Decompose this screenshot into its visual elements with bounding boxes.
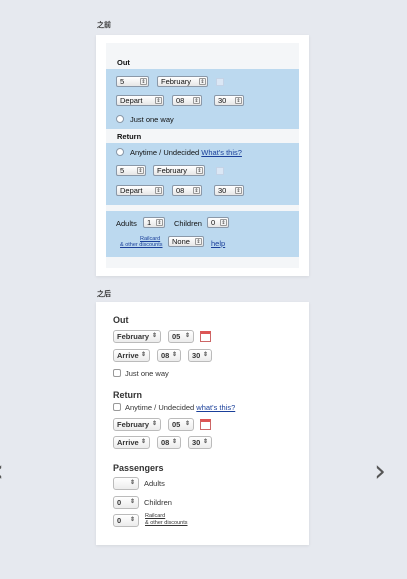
children-label: Children [174, 219, 202, 228]
after-railcard-select[interactable]: 0 ⇕ [113, 514, 139, 527]
ret-day-select[interactable]: 5 ⇕ [116, 165, 146, 176]
just-one-way-label: Just one way [130, 115, 174, 124]
after-out-day-select[interactable]: 05 ⇕ [168, 330, 194, 343]
before-caption: 之前 [97, 22, 111, 29]
after-railcard-link[interactable]: Railcard [145, 513, 165, 519]
after-passengers-heading: Passengers [113, 463, 164, 473]
after-out-minute-select[interactable]: 30 ⇕ [188, 349, 212, 362]
after-ret-day-select[interactable]: 05 ⇕ [168, 418, 194, 431]
just-one-way-radio[interactable] [116, 115, 124, 123]
prev-arrow-icon[interactable]: ‹ [0, 454, 4, 489]
railcard-link-sub[interactable]: & other discounts [120, 242, 163, 248]
before-card: Out 5 ⇕ February ⇕ Depart ⇕ 08 ⇕ 30 ⇕ Just on… [96, 35, 309, 276]
after-just-one-way-checkbox[interactable] [113, 369, 121, 377]
loading-spinner-icon [243, 461, 269, 487]
after-just-one-way-label: Just one way [125, 369, 169, 378]
ret-minute-select[interactable]: 30 ⇕ [214, 185, 244, 196]
out-minute-select[interactable]: 30 ⇕ [214, 95, 244, 106]
anytime-label: Anytime / Undecided What's this? [130, 148, 242, 157]
after-whats-this-link[interactable]: what's this? [196, 403, 235, 412]
out-day-select[interactable]: 5 ⇕ [116, 76, 149, 87]
ret-hour-select[interactable]: 08 ⇕ [172, 185, 202, 196]
after-ret-calendar-icon[interactable] [200, 419, 211, 430]
return-heading: Return [117, 132, 142, 141]
out-heading: Out [117, 58, 130, 67]
whats-this-link[interactable]: What's this? [201, 148, 242, 157]
anytime-radio[interactable] [116, 148, 124, 156]
next-arrow-icon[interactable]: › [374, 454, 386, 489]
after-ret-hour-select[interactable]: 08 ⇕ [157, 436, 181, 449]
passengers-band: Adults 1 ⇕ Children 0 ⇕ Railcard & other d… [106, 211, 299, 257]
adults-select[interactable]: 1 ⇕ [143, 217, 165, 228]
after-anytime-checkbox[interactable] [113, 403, 121, 411]
after-card: Out February ⇕ 05 ⇕ Arrive ⇕ 08 ⇕ 30 ⇕ Just o… [96, 302, 309, 545]
after-return-heading: Return [113, 390, 142, 400]
after-ret-minute-select[interactable]: 30 ⇕ [188, 436, 212, 449]
help-link[interactable]: help [211, 239, 225, 248]
after-ret-time-mode-select[interactable]: Arrive ⇕ [113, 436, 150, 449]
after-out-calendar-icon[interactable] [200, 331, 211, 342]
before-form: Out 5 ⇕ February ⇕ Depart ⇕ 08 ⇕ 30 ⇕ Just on… [106, 43, 299, 268]
after-out-month-select[interactable]: February ⇕ [113, 330, 161, 343]
out-hour-select[interactable]: 08 ⇕ [172, 95, 202, 106]
children-select[interactable]: 0 ⇕ [207, 217, 229, 228]
after-ret-month-select[interactable]: February ⇕ [113, 418, 161, 431]
out-calendar-icon[interactable] [216, 78, 224, 86]
after-out-heading: Out [113, 315, 129, 325]
after-anytime-label: Anytime / Undecided what's this? [125, 403, 236, 412]
railcard-select[interactable]: None ⇕ [168, 236, 204, 247]
after-caption: 之后 [97, 291, 111, 298]
ret-calendar-icon[interactable] [216, 167, 224, 175]
out-band: 5 ⇕ February ⇕ Depart ⇕ 08 ⇕ 30 ⇕ Just one wa… [106, 69, 299, 129]
after-adults-label: Adults [144, 479, 165, 488]
out-month-select[interactable]: February ⇕ [157, 76, 208, 87]
after-out-hour-select[interactable]: 08 ⇕ [157, 349, 181, 362]
out-time-mode-select[interactable]: Depart ⇕ [116, 95, 164, 106]
after-railcard-link-sub[interactable]: & other discounts [145, 520, 188, 526]
return-band: Anytime / Undecided What's this? 5 ⇕ Febr… [106, 143, 299, 205]
adults-label: Adults [116, 219, 137, 228]
ret-month-select[interactable]: February ⇕ [153, 165, 205, 176]
after-adults-select[interactable]: ⇕ [113, 477, 139, 490]
after-children-label: Children [144, 498, 172, 507]
ret-time-mode-select[interactable]: Depart ⇕ [116, 185, 164, 196]
after-children-select[interactable]: 0 ⇕ [113, 496, 139, 509]
after-out-time-mode-select[interactable]: Arrive ⇕ [113, 349, 150, 362]
